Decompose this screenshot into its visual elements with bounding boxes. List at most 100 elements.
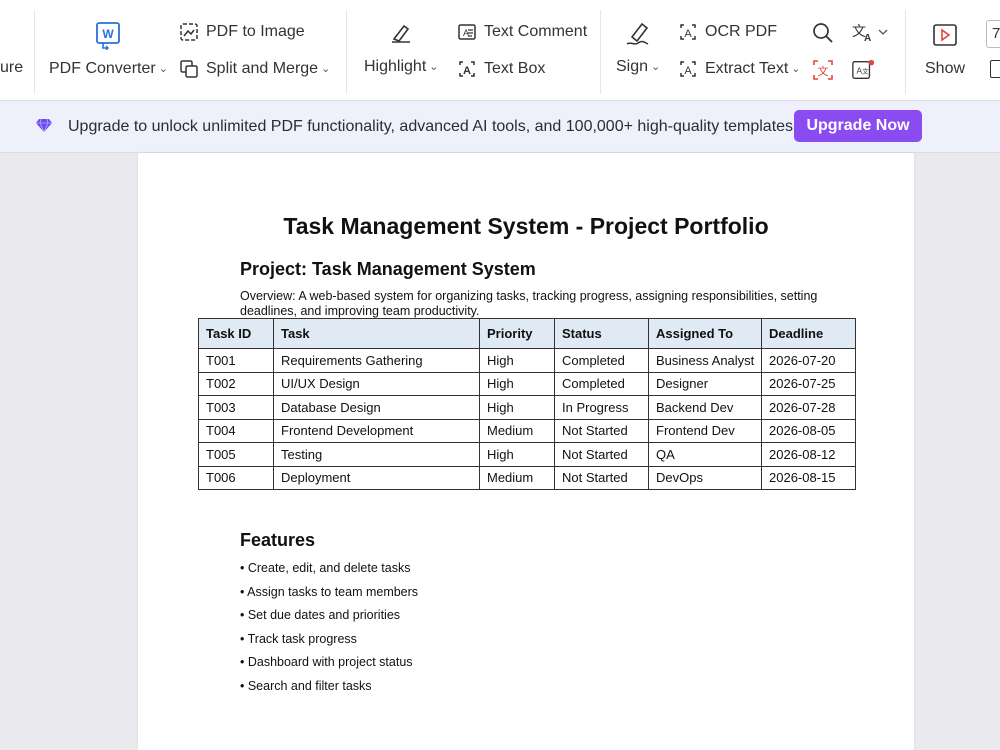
list-item: • Set due dates and priorities (240, 608, 401, 622)
chevron-down-icon: ⌄ (791, 62, 801, 75)
column-header: Status (554, 318, 649, 349)
list-item: • Create, edit, and delete tasks (240, 561, 411, 575)
pdf-to-image-label: PDF to Image (206, 23, 305, 40)
chevron-down-icon: ⌄ (429, 61, 439, 73)
features-list: • Create, edit, and delete tasks • Assig… (240, 559, 418, 700)
table-cell: T001 (198, 348, 274, 373)
ocr-icon: A (677, 21, 699, 43)
table-cell: T002 (198, 371, 274, 396)
svg-text:W: W (103, 27, 115, 41)
chevron-down-icon: ⌄ (321, 62, 331, 75)
table-cell: Testing (273, 442, 480, 467)
scan-text-icon[interactable]: 文 (811, 58, 835, 82)
sign-pen-icon (623, 18, 653, 48)
table-cell: QA (648, 442, 762, 467)
svg-text:A: A (684, 28, 692, 40)
list-item: • Search and filter tasks (240, 678, 372, 693)
table-cell: 2026-08-05 (761, 418, 856, 443)
pdf-converter-button[interactable]: W PDF Converter ⌄ (49, 20, 168, 78)
table-cell: Not Started (554, 442, 649, 467)
list-item: • Dashboard with project status (240, 655, 413, 669)
document-page: Task Management System - Project Portfol… (138, 153, 914, 750)
toolbar-divider (346, 10, 347, 94)
split-merge-icon (178, 58, 200, 80)
highlight-button[interactable]: Highlight ⌄ (364, 18, 438, 76)
pdf-converter-label: PDF Converter (49, 60, 156, 77)
table-cell: High (479, 371, 555, 396)
table-cell: In Progress (554, 395, 649, 420)
table-cell: T003 (198, 395, 274, 420)
table-row: T006 Deployment Medium Not Started DevOp… (198, 465, 856, 490)
table-cell: T004 (198, 418, 274, 443)
column-header: Assigned To (648, 318, 762, 349)
toolbar: ure W PDF Converter ⌄ PDF to Image Split… (0, 0, 1000, 101)
ai-text-icon[interactable]: A 文 (851, 58, 875, 82)
table-cell: Designer (648, 371, 762, 396)
table-cell: Not Started (554, 418, 649, 443)
extract-text-button[interactable]: A Extract Text ⌄ (677, 58, 801, 80)
ocr-pdf-button[interactable]: A OCR PDF (677, 21, 777, 43)
toolbar-divider (600, 10, 601, 94)
table-cell: 2026-08-15 (761, 465, 856, 490)
task-table: Task ID Task Priority Status Assigned To… (198, 318, 856, 490)
project-overview: Overview: A web-based system for organiz… (240, 289, 818, 318)
list-item: • Track task progress (240, 631, 357, 646)
table-cell: Not Started (554, 465, 649, 490)
table-cell: High (479, 348, 555, 373)
table-cell: High (479, 442, 555, 467)
word-convert-icon: W (93, 20, 123, 50)
table-cell: High (479, 395, 555, 420)
sign-button[interactable]: Sign ⌄ (616, 18, 660, 76)
table-cell: Frontend Dev (648, 418, 762, 443)
document-title: Task Management System - Project Portfol… (283, 213, 769, 239)
table-cell: Requirements Gathering (273, 348, 480, 373)
toolbar-divider (34, 10, 35, 94)
highlight-label: Highlight (364, 58, 427, 75)
show-button[interactable]: Show (925, 20, 965, 78)
table-cell: UI/UX Design (273, 371, 480, 396)
split-merge-button[interactable]: Split and Merge ⌄ (178, 58, 330, 80)
page-number-input[interactable]: 7 (986, 20, 1000, 48)
extract-text-icon: A (677, 58, 699, 80)
table-cell: T005 (198, 442, 274, 467)
sign-label: Sign (616, 58, 649, 75)
upgrade-now-button[interactable]: Upgrade Now (794, 110, 922, 142)
table-cell: Medium (479, 418, 555, 443)
table-cell: 2026-08-12 (761, 442, 856, 467)
column-header: Task (273, 318, 480, 349)
svg-text:A: A (864, 33, 871, 44)
svg-text:文: 文 (818, 64, 829, 78)
partial-toolbar-icon[interactable] (990, 60, 1000, 78)
ocr-pdf-label: OCR PDF (705, 23, 777, 40)
text-box-button[interactable]: A Text Box (456, 58, 545, 80)
column-header: Deadline (761, 318, 856, 349)
toolbar-divider (905, 10, 906, 94)
svg-text:文: 文 (862, 67, 869, 76)
translate-icon[interactable]: 文 A (851, 21, 891, 45)
table-cell: Deployment (273, 465, 480, 490)
text-comment-label: Text Comment (484, 23, 588, 40)
text-comment-button[interactable]: A Text Comment (456, 21, 587, 43)
table-cell: DevOps (648, 465, 762, 490)
table-cell: 2026-07-28 (761, 395, 856, 420)
pdf-to-image-button[interactable]: PDF to Image (178, 21, 305, 43)
table-row: T001 Requirements Gathering High Complet… (198, 348, 856, 373)
column-header: Priority (479, 318, 555, 349)
toolbar-partial-left-label[interactable]: ure (0, 59, 23, 77)
table-cell: 2026-07-20 (761, 348, 856, 373)
table-row: T005 Testing High Not Started QA 2026-08… (198, 442, 856, 467)
table-cell: Backend Dev (648, 395, 762, 420)
table-row: T002 UI/UX Design High Completed Designe… (198, 371, 856, 396)
table-cell: Completed (554, 348, 649, 373)
table-cell: Frontend Development (273, 418, 480, 443)
chevron-down-icon: ⌄ (158, 63, 168, 75)
table-cell: Business Analyst (648, 348, 762, 373)
show-label: Show (925, 60, 966, 77)
pdf-to-image-icon (178, 21, 200, 43)
table-cell: Completed (554, 371, 649, 396)
highlight-pen-icon (386, 18, 416, 48)
text-box-icon: A (456, 58, 478, 80)
table-cell: Database Design (273, 395, 480, 420)
search-icon[interactable] (811, 21, 835, 45)
text-comment-icon: A (456, 21, 478, 43)
